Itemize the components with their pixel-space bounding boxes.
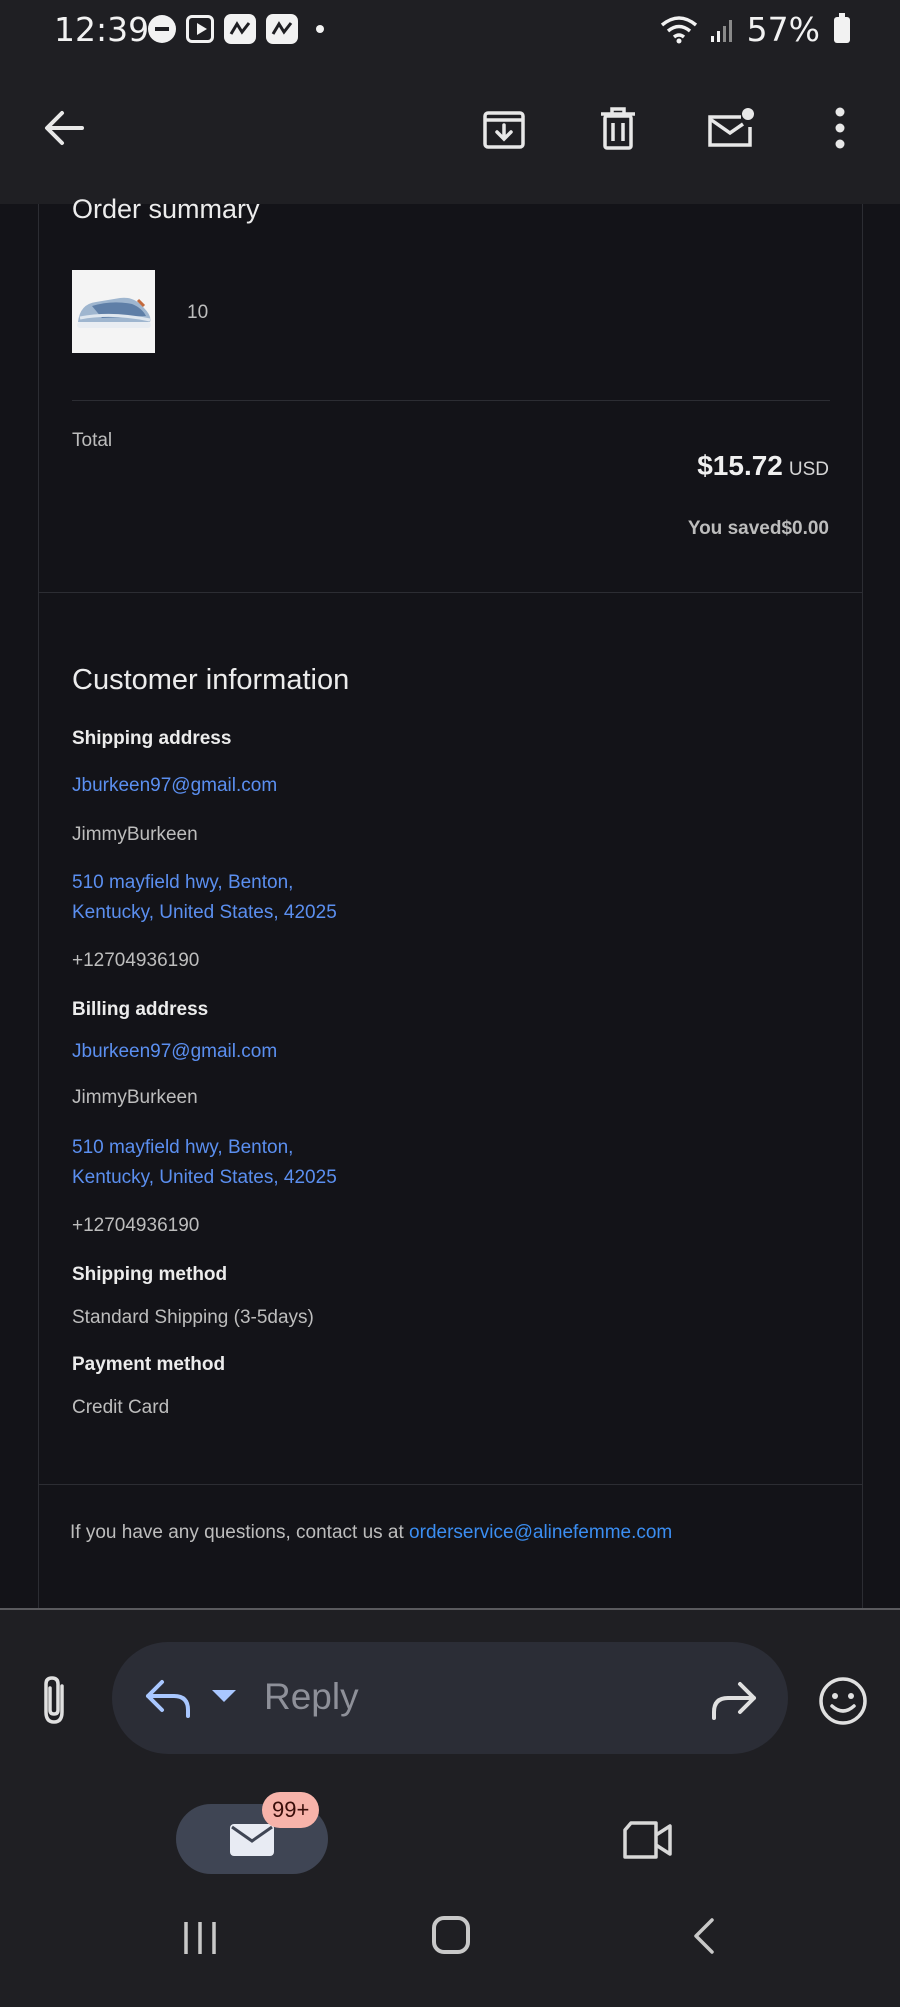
billing-address-line2: Kentucky, United States, 42025	[72, 1167, 337, 1188]
shoe-image	[72, 270, 155, 353]
delete-icon	[601, 107, 635, 150]
total-value: $15.72	[697, 450, 783, 481]
status-bar: 12:39 57%	[0, 0, 900, 60]
billing-phone: +12704936190	[72, 1215, 200, 1236]
mail-badge: 99+	[262, 1792, 320, 1828]
reply-options-chevron-icon[interactable]	[212, 1690, 236, 1702]
home-icon[interactable]	[432, 1916, 470, 1954]
contact-email-link[interactable]: orderservice@alinefemme.com	[409, 1522, 672, 1543]
more-options-button[interactable]	[812, 100, 868, 156]
shipping-method-label: Shipping method	[72, 1264, 228, 1285]
archive-icon	[483, 111, 525, 149]
shipping-address-label: Shipping address	[72, 728, 232, 749]
payment-method-value: Credit Card	[72, 1397, 170, 1418]
reply-icon[interactable]	[144, 1676, 192, 1720]
status-system-icons: 57%	[659, 10, 850, 49]
battery-icon	[834, 12, 850, 43]
back-button[interactable]	[36, 100, 92, 156]
app-icon	[224, 14, 256, 44]
signal-icon	[710, 19, 732, 42]
divider	[72, 400, 830, 401]
mail-tab[interactable]: 99+	[176, 1792, 328, 1874]
reply-placeholder[interactable]: Reply	[264, 1676, 359, 1718]
shipping-phone: +12704936190	[72, 950, 200, 971]
app-bar	[0, 60, 900, 204]
back-arrow-icon	[45, 111, 84, 145]
mark-unread-icon	[708, 108, 754, 147]
shipping-address-line1: 510 mayfield hwy, Benton,	[72, 872, 294, 893]
shipping-address-line2: Kentucky, United States, 42025	[72, 902, 337, 923]
order-summary-title: Order summary	[72, 194, 260, 224]
system-navigation	[0, 1880, 900, 2007]
shipping-method-value: Standard Shipping (3-5days)	[72, 1307, 314, 1328]
saved-amount: You saved$0.00	[687, 518, 829, 539]
billing-email-link[interactable]: Jburkeen97@gmail.com	[72, 1037, 277, 1067]
mark-unread-button[interactable]	[703, 100, 759, 156]
product-quantity: 10	[187, 302, 209, 323]
billing-address-label: Billing address	[72, 999, 209, 1020]
bottom-navigation: 99+	[0, 1784, 900, 1880]
recents-icon[interactable]	[180, 1920, 220, 1956]
contact-text-prefix: If you have any questions, contact us at	[70, 1522, 410, 1543]
shipping-name: JimmyBurkeen	[72, 824, 198, 845]
billing-address-line1: 510 mayfield hwy, Benton,	[72, 1137, 294, 1158]
wifi-icon	[660, 15, 697, 43]
divider	[39, 592, 862, 593]
divider	[39, 1484, 862, 1485]
shipping-address-link[interactable]: 510 mayfield hwy, Benton, Kentucky, Unit…	[72, 868, 337, 928]
status-notification-icons	[148, 14, 324, 44]
customer-info-title: Customer information	[72, 664, 350, 696]
email-body: Order summary 10 Total $15.72 USD You sa…	[38, 194, 863, 1608]
app-icon	[266, 14, 298, 44]
emoji-icon[interactable]	[818, 1676, 868, 1726]
archive-button[interactable]	[476, 100, 532, 156]
reply-field[interactable]: Reply	[112, 1642, 788, 1754]
payment-method-label: Payment method	[72, 1354, 226, 1375]
battery-percent: 57%	[746, 10, 820, 49]
dot-icon	[316, 25, 324, 33]
status-time: 12:39	[54, 10, 150, 49]
billing-address-link[interactable]: 510 mayfield hwy, Benton, Kentucky, Unit…	[72, 1133, 337, 1193]
total-amount: $15.72 USD	[697, 450, 829, 482]
product-image[interactable]	[72, 270, 155, 353]
delete-button[interactable]	[590, 100, 646, 156]
billing-name: JimmyBurkeen	[72, 1087, 198, 1108]
system-back-icon[interactable]	[690, 1916, 718, 1956]
more-vert-icon	[835, 107, 845, 149]
total-label: Total	[72, 430, 113, 451]
reply-bar: Reply	[0, 1608, 900, 1784]
video-camera-icon[interactable]	[622, 1820, 674, 1860]
attachment-icon[interactable]	[34, 1672, 74, 1728]
shipping-email-link[interactable]: Jburkeen97@gmail.com	[72, 771, 277, 801]
dnd-icon	[148, 15, 176, 43]
total-currency: USD	[788, 459, 829, 480]
contact-text: If you have any questions, contact us at…	[70, 1522, 672, 1544]
play-icon	[186, 15, 214, 43]
forward-icon[interactable]	[710, 1678, 758, 1722]
mail-icon	[230, 1824, 274, 1856]
